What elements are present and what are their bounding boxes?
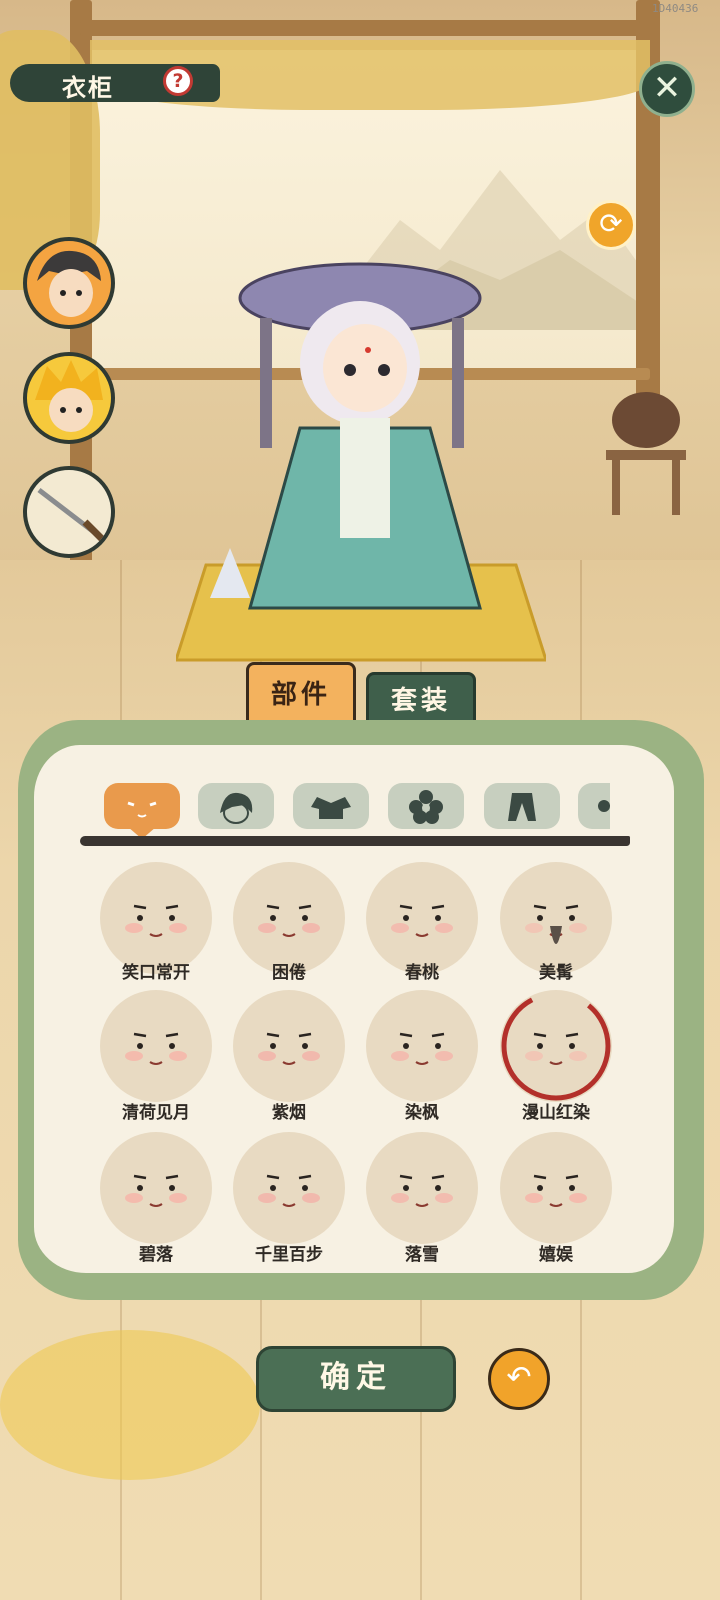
golden-hair-portrait-icon [35,360,103,432]
avatar-male-hero[interactable] [23,237,115,329]
face-expression-icon [258,1032,320,1065]
face-option-label: 染枫 [405,1103,439,1123]
face-option-label: 笑口常开 [122,963,190,983]
face-option-label: 春桃 [405,963,439,983]
face-option-label: 清荷见月 [122,1103,190,1123]
face-expression-icon [391,1032,453,1065]
category-tab-hair[interactable] [198,783,274,829]
avatar-sword[interactable] [23,466,115,558]
brush-divider [80,836,630,846]
face-thumbnail[interactable] [233,990,345,1102]
face-thumbnail[interactable] [366,1132,478,1244]
face-option-label: 美髯 [539,963,573,983]
clay-pot-stool [606,392,686,515]
category-tab-accessory[interactable] [388,783,464,829]
face-thumbnail[interactable] [100,1132,212,1244]
face-option-label: 落雪 [405,1245,439,1265]
face-option-label: 紫烟 [272,1103,306,1123]
face-option-label: 碧落 [139,1245,173,1265]
face-option-label: 困倦 [272,963,306,983]
more-icon [598,800,610,812]
clothes-icon [311,797,351,819]
face-expression-icon [125,1174,187,1207]
face-option-label: 漫山红染 [522,1103,590,1123]
pants-icon [508,793,536,821]
face-expression-icon [258,1174,320,1207]
leaf-pile [0,1330,260,1480]
close-x-icon[interactable]: ✕ [639,61,695,117]
face-thumbnail[interactable] [500,1132,612,1244]
category-tab-clothes[interactable] [293,783,369,829]
face-expression-icon [525,1174,587,1207]
tab-parts[interactable]: 部件 [246,662,356,728]
question-icon[interactable]: ? [163,66,193,96]
build-id-label: 1D40436 [652,2,699,15]
category-tab-more[interactable] [578,783,610,829]
face-thumbnail[interactable] [233,1132,345,1244]
face-expression-icon [125,1032,187,1065]
avatar-golden-hair[interactable] [23,352,115,444]
face-thumbnail[interactable] [100,990,212,1102]
refresh-icon[interactable]: ⟳ [586,200,636,250]
face-thumbnail[interactable] [500,990,612,1102]
category-tab-pants[interactable] [484,783,560,829]
hair-icon [220,792,253,824]
face-icon [127,801,157,818]
character-sprite [210,262,482,610]
confirm-button[interactable]: 确定 [256,1346,456,1412]
face-expression-icon [391,1174,453,1207]
category-tab-face[interactable] [104,783,180,829]
roof-beam [80,20,640,36]
sword-icon [37,488,108,545]
face-thumbnail[interactable] [366,990,478,1102]
game-scene: 衣柜 ? ✕ ⟳ 1D40436 部件 套装 笑口常开 困倦 春桃 美髯 清荷见… [0,0,720,1600]
flower-icon [409,790,443,824]
face-expression-icon [501,991,611,1101]
page-title: 衣柜 [62,73,114,102]
face-option-label: 嬉娱 [539,1245,573,1265]
face-option-label: 千里百步 [255,1245,323,1265]
undo-icon[interactable]: ↶ [488,1348,550,1410]
male-hero-portrait-icon [37,250,101,317]
